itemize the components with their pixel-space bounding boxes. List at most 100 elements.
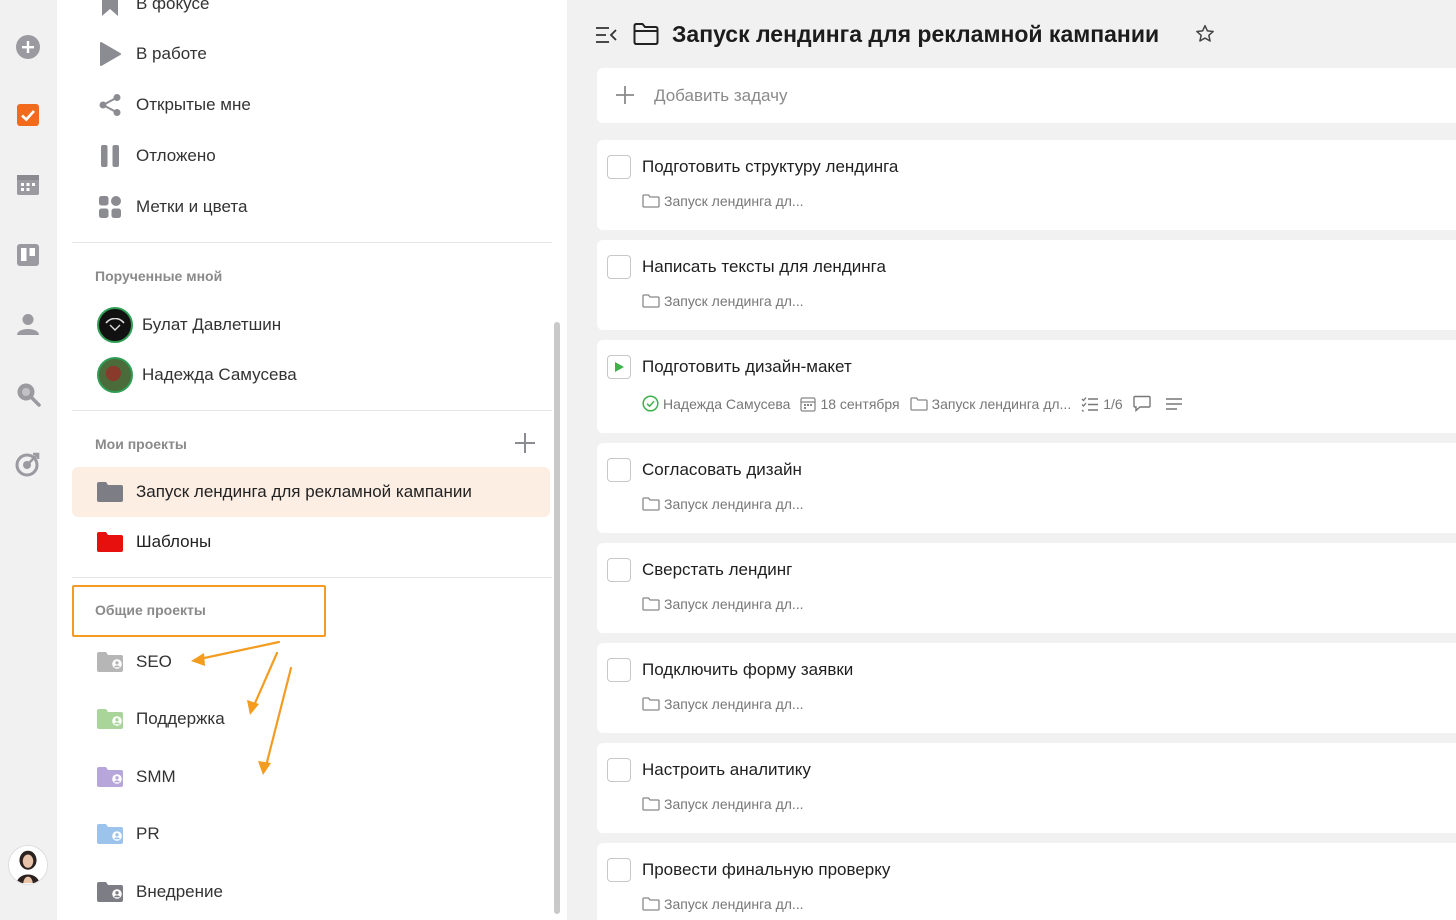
task-card[interactable]: Подготовить структуру лендинга Запуск ле… — [597, 140, 1456, 230]
shared-project-item[interactable]: Внедрение — [97, 877, 223, 907]
task-project: Запуск лендинга дл... — [664, 496, 804, 512]
search-icon[interactable] — [14, 380, 42, 408]
nav-item-focus[interactable]: В фокусе — [97, 0, 209, 19]
scrollbar[interactable] — [554, 322, 560, 914]
task-card[interactable]: Согласовать дизайн Запуск лендинга дл... — [597, 443, 1456, 533]
tasks-checkbox-icon[interactable] — [14, 101, 42, 129]
avatar — [97, 307, 133, 343]
task-assignee: Надежда Самусева — [663, 395, 791, 412]
calendar-icon — [800, 396, 817, 412]
divider — [72, 410, 552, 411]
collapse-sidebar-icon[interactable] — [595, 24, 619, 48]
task-meta: Запуск лендинга дл... — [642, 596, 814, 612]
plus-icon — [615, 85, 635, 105]
task-title: Подключить форму заявки — [642, 660, 854, 679]
nav-item-tags[interactable]: Метки и цвета — [97, 192, 247, 222]
task-checkbox[interactable] — [607, 558, 631, 582]
pause-icon — [97, 143, 123, 169]
page-title: Запуск лендинга для рекламной кампании — [672, 21, 1160, 47]
add-circle-icon[interactable] — [14, 33, 42, 61]
folder-icon — [633, 22, 659, 48]
task-meta: Запуск лендинга дл... — [642, 496, 814, 512]
shared-folder-icon — [97, 767, 125, 787]
task-project: Запуск лендинга дл... — [931, 395, 1072, 412]
task-card[interactable]: Сверстать лендинг Запуск лендинга дл... — [597, 543, 1456, 633]
avatar — [97, 357, 133, 393]
board-icon[interactable] — [14, 241, 42, 269]
task-checkbox[interactable] — [607, 858, 631, 882]
nav-item-label: В фокусе — [136, 0, 210, 13]
tags-grid-icon — [97, 194, 123, 220]
task-meta: Запуск лендинга дл... — [642, 193, 814, 209]
star-icon[interactable] — [1195, 24, 1217, 46]
folder-icon — [642, 897, 660, 911]
person-item[interactable]: Надежда Самусева — [97, 357, 297, 393]
task-card[interactable]: Настроить аналитику Запуск лендинга дл..… — [597, 743, 1456, 833]
task-checkbox[interactable] — [607, 758, 631, 782]
task-meta: Запуск лендинга дл... — [642, 696, 814, 712]
folder-icon — [642, 797, 660, 811]
project-item-active[interactable]: Запуск лендинга для рекламной кампании — [72, 467, 550, 517]
task-date: 18 сентября — [820, 395, 900, 412]
bookmark-icon — [97, 0, 123, 17]
add-task-placeholder: Добавить задачу — [654, 86, 788, 105]
shared-folder-icon — [97, 824, 125, 844]
shared-folder-icon — [97, 709, 125, 729]
task-card[interactable]: Подготовить дизайн-макет Надежда Самусев… — [597, 340, 1456, 433]
user-avatar[interactable] — [8, 845, 48, 885]
task-title: Подготовить структуру лендинга — [642, 157, 899, 176]
nav-item-label: В работе — [136, 44, 207, 63]
folder-icon — [642, 597, 660, 611]
person-name: Надежда Самусева — [142, 365, 297, 384]
task-project: Запуск лендинга дл... — [664, 596, 804, 612]
task-project: Запуск лендинга дл... — [664, 193, 804, 209]
divider — [72, 577, 552, 578]
task-title: Написать тексты для лендинга — [642, 257, 886, 276]
folder-icon — [642, 697, 660, 711]
project-label: SEO — [136, 652, 172, 671]
project-label: PR — [136, 824, 160, 843]
task-checkbox[interactable] — [607, 458, 631, 482]
task-play-checkbox[interactable] — [607, 355, 631, 379]
goal-target-icon[interactable] — [14, 450, 42, 478]
nav-item-in-progress[interactable]: В работе — [97, 39, 207, 69]
task-meta: Запуск лендинга дл... — [642, 293, 814, 309]
add-project-icon[interactable] — [514, 432, 536, 454]
task-card[interactable]: Провести финальную проверку Запуск ленди… — [597, 843, 1456, 920]
task-checkbox[interactable] — [607, 155, 631, 179]
shared-project-item[interactable]: PR — [97, 819, 160, 849]
section-title-assigned: Порученные мной — [95, 268, 223, 284]
section-title-my-projects: Мои проекты — [95, 436, 187, 452]
task-checkbox[interactable] — [607, 255, 631, 279]
add-task-input[interactable]: Добавить задачу — [597, 68, 1456, 123]
shared-project-item[interactable]: Поддержка — [97, 704, 225, 734]
task-meta: Запуск лендинга дл... — [642, 896, 814, 912]
nav-item-label: Метки и цвета — [136, 197, 248, 216]
task-project: Запуск лендинга дл... — [664, 293, 804, 309]
person-item[interactable]: Булат Давлетшин — [97, 307, 281, 343]
shared-project-item[interactable]: SMM — [97, 762, 176, 792]
section-title-shared-projects: Общие проекты — [95, 602, 206, 618]
task-checkbox[interactable] — [607, 658, 631, 682]
user-icon[interactable] — [14, 310, 42, 338]
shared-project-item[interactable]: SEO — [97, 647, 172, 677]
task-card[interactable]: Написать тексты для лендинга Запуск ленд… — [597, 240, 1456, 330]
description-icon[interactable] — [1165, 397, 1187, 411]
task-card[interactable]: Подключить форму заявки Запуск лендинга … — [597, 643, 1456, 733]
divider — [72, 242, 552, 243]
task-title: Провести финальную проверку — [642, 860, 891, 879]
folder-icon — [642, 497, 660, 511]
shared-folder-icon — [97, 652, 125, 672]
nav-item-postponed[interactable]: Отложено — [97, 141, 216, 171]
comment-icon[interactable] — [1132, 395, 1155, 412]
share-icon — [97, 92, 123, 118]
folder-icon — [642, 294, 660, 308]
nav-item-label: Открытые мне — [136, 95, 251, 114]
play-icon — [97, 41, 123, 67]
project-item[interactable]: Шаблоны — [72, 517, 550, 567]
task-title: Сверстать лендинг — [642, 560, 793, 579]
shared-folder-icon — [97, 882, 125, 902]
nav-item-shared-with-me[interactable]: Открытые мне — [97, 90, 251, 120]
project-label: Шаблоны — [136, 532, 212, 551]
calendar-icon[interactable] — [14, 171, 42, 199]
